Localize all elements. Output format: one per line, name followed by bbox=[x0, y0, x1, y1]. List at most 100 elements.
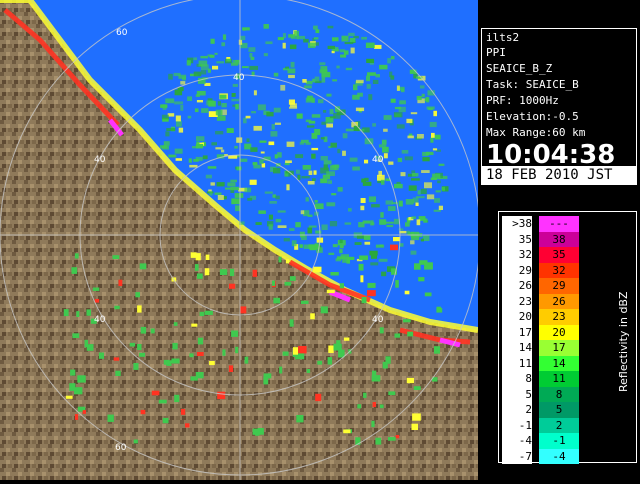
echo-cell bbox=[357, 404, 362, 409]
echo-cell bbox=[329, 116, 336, 119]
echo-cell bbox=[424, 292, 432, 297]
echo-cell bbox=[186, 60, 191, 66]
range-label-40-lower-left: 40 bbox=[94, 315, 106, 325]
echo-cell bbox=[231, 198, 240, 205]
echo-cell bbox=[204, 310, 213, 315]
echo-cell bbox=[360, 205, 365, 211]
echo-cell bbox=[244, 143, 252, 150]
echo-cell bbox=[72, 333, 80, 338]
echo-cell bbox=[312, 178, 316, 182]
echo-cell bbox=[370, 262, 379, 266]
echo-cell bbox=[315, 42, 319, 46]
echo-cell bbox=[398, 200, 403, 207]
legend-upper-bound: 8 bbox=[555, 387, 563, 401]
echo-cell bbox=[319, 62, 326, 66]
observation-date: 18 FEB 2010 JST bbox=[486, 167, 613, 183]
echo-cell bbox=[194, 108, 199, 113]
echo-cell bbox=[266, 111, 274, 117]
echo-cell bbox=[162, 417, 169, 424]
echo-cell bbox=[413, 386, 421, 390]
echo-cell bbox=[215, 109, 223, 116]
date-bar: 18 FEB 2010 JST bbox=[482, 166, 636, 185]
echo-cell bbox=[320, 156, 328, 161]
legend-lower-bound: 8 bbox=[502, 371, 532, 387]
echo-cell bbox=[311, 153, 316, 159]
echo-cell bbox=[371, 420, 375, 428]
echo-cell bbox=[302, 165, 311, 170]
echo-cell bbox=[174, 148, 183, 154]
echo-cell bbox=[342, 150, 346, 156]
echo-cell bbox=[343, 337, 350, 341]
echo-cell bbox=[384, 221, 394, 224]
echo-cell bbox=[135, 292, 140, 298]
echo-cell bbox=[406, 118, 413, 124]
echo-cell bbox=[279, 366, 283, 374]
echo-cell bbox=[378, 258, 388, 262]
echo-cell bbox=[342, 133, 348, 139]
echo-cell bbox=[363, 235, 371, 240]
legend-row: -1 2 bbox=[502, 417, 579, 433]
echo-cell bbox=[278, 256, 282, 263]
echo-cell bbox=[174, 89, 183, 96]
echo-cell bbox=[372, 370, 377, 379]
echo-cell bbox=[420, 188, 427, 194]
echo-cell bbox=[264, 191, 273, 194]
echo-cell bbox=[385, 356, 391, 364]
echo-cell bbox=[253, 90, 257, 96]
echo-cell bbox=[180, 81, 186, 85]
echo-cell bbox=[433, 110, 437, 117]
echo-cell bbox=[244, 356, 249, 364]
echo-cell bbox=[318, 99, 324, 104]
echo-cell bbox=[189, 164, 198, 168]
echo-cell bbox=[348, 208, 352, 212]
legend-upper-bound: 20 bbox=[552, 325, 566, 339]
echo-cell bbox=[305, 119, 312, 123]
echo-cell bbox=[315, 29, 320, 34]
echo-cell bbox=[171, 358, 180, 364]
echo-cell bbox=[244, 187, 252, 193]
echo-cell bbox=[313, 266, 322, 273]
echo-cell bbox=[282, 42, 286, 49]
echo-cell bbox=[411, 423, 418, 430]
echo-cell bbox=[407, 135, 414, 139]
echo-cell bbox=[366, 58, 375, 63]
echo-cell bbox=[381, 179, 385, 185]
echo-cell bbox=[107, 414, 114, 422]
echo-cell bbox=[65, 395, 73, 399]
echo-cell bbox=[305, 197, 309, 202]
echo-cell bbox=[327, 357, 333, 365]
echo-cell bbox=[98, 352, 104, 359]
legend-lower-bound: 32 bbox=[502, 247, 532, 263]
prf-value: PRF: 1000Hz bbox=[486, 94, 559, 107]
echo-cell bbox=[404, 156, 413, 161]
echo-cell bbox=[168, 154, 177, 158]
echo-cell bbox=[326, 171, 335, 176]
echo-cell bbox=[289, 106, 298, 109]
echo-cell bbox=[232, 60, 240, 65]
echo-cell bbox=[193, 57, 198, 61]
echo-cell bbox=[403, 319, 411, 323]
echo-cell bbox=[404, 290, 410, 295]
echo-cell bbox=[304, 85, 312, 89]
echo-cell bbox=[74, 387, 83, 395]
reflectivity-legend: >38 --- 35 38 32 35 29 32 26 29 23 26 20 23 17 20 14 17 11… bbox=[498, 211, 637, 464]
echo-cell bbox=[406, 377, 414, 384]
echo-cell bbox=[231, 93, 236, 97]
echo-cell bbox=[219, 94, 227, 99]
echo-cell bbox=[394, 183, 403, 189]
echo-cell bbox=[86, 309, 91, 316]
echo-cell bbox=[400, 172, 406, 177]
range-label-40-right: 40 bbox=[372, 155, 384, 165]
echo-cell bbox=[336, 340, 341, 345]
echo-cell bbox=[289, 228, 295, 231]
legend-row: 17 20 bbox=[502, 324, 579, 340]
echo-cell bbox=[379, 64, 388, 70]
legend-row: 23 26 bbox=[502, 293, 579, 309]
echo-cell bbox=[323, 110, 327, 113]
legend-row: -7 -4 bbox=[502, 448, 579, 464]
echo-cell bbox=[197, 337, 204, 345]
echo-cell bbox=[285, 160, 292, 163]
echo-cell bbox=[214, 52, 218, 55]
echo-cell bbox=[271, 124, 275, 130]
echo-cell bbox=[215, 131, 224, 135]
